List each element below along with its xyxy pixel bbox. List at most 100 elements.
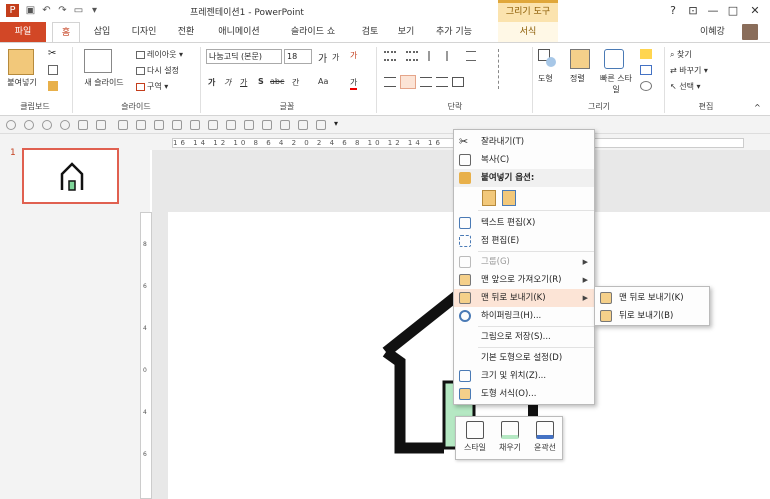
copy-icon[interactable] <box>48 65 58 75</box>
tab-transitions[interactable]: 전환 <box>172 22 200 42</box>
menu-send-to-back[interactable]: 맨 뒤로 보내기(K) ▶ <box>454 289 594 307</box>
tab-format[interactable]: 서식 <box>498 22 558 42</box>
numbering-icon[interactable] <box>406 51 418 61</box>
mini-outline-button[interactable]: 윤곽선 <box>528 421 562 459</box>
grow-font-button[interactable]: 가 <box>318 50 327 65</box>
align-icon[interactable] <box>280 120 290 130</box>
shape-fill-icon[interactable] <box>640 49 652 59</box>
shape-outline-icon[interactable] <box>640 65 652 75</box>
strikethrough-button[interactable]: abc <box>270 77 284 86</box>
font-name-select[interactable]: 나눔고딕 (본문) <box>206 49 282 64</box>
align-right-icon[interactable] <box>420 77 432 87</box>
align-icon[interactable] <box>190 120 200 130</box>
save-icon[interactable]: ▣ <box>24 4 37 17</box>
align-icon[interactable] <box>208 120 218 130</box>
ribbon-display-options-icon[interactable]: ⊡ <box>684 2 702 20</box>
paste-keep-source-icon[interactable] <box>482 190 496 206</box>
paste-button[interactable]: 붙여넣기 <box>2 77 42 88</box>
menu-hyperlink[interactable]: 하이퍼링크(H)... <box>454 307 594 325</box>
paste-icon[interactable] <box>8 49 34 75</box>
format-painter-icon[interactable] <box>48 81 58 91</box>
text-direction-icon[interactable] <box>498 49 512 89</box>
menu-set-default[interactable]: 기본 도형으로 설정(D) <box>454 349 594 367</box>
new-slide-icon[interactable] <box>84 49 112 73</box>
shape-icon[interactable] <box>60 120 70 130</box>
menu-save-as-picture[interactable]: 그림으로 저장(S)... <box>454 328 594 346</box>
submenu-send-to-back[interactable]: 맨 뒤로 보내기(K) <box>595 289 709 307</box>
redo-icon[interactable]: ↷ <box>56 4 69 17</box>
line-spacing-icon[interactable] <box>466 51 476 61</box>
align-icon[interactable] <box>172 120 182 130</box>
increase-indent-icon[interactable] <box>446 51 456 61</box>
mini-style-button[interactable]: 스타일 <box>458 421 492 459</box>
quick-styles-button[interactable]: 빠른 스타일 <box>598 73 634 95</box>
user-name[interactable]: 이혜강 <box>700 22 725 42</box>
align-icon[interactable] <box>298 120 308 130</box>
align-center-icon[interactable] <box>400 75 416 89</box>
align-icon[interactable] <box>118 120 128 130</box>
collapse-ribbon-icon[interactable]: ^ <box>754 103 761 112</box>
align-icon[interactable] <box>244 120 254 130</box>
font-color-button[interactable]: 가 <box>350 77 358 90</box>
align-icon[interactable] <box>136 120 146 130</box>
shadow-button[interactable]: S <box>258 77 264 86</box>
shapes-button[interactable]: 도형 <box>538 73 553 84</box>
restore-button[interactable]: □ <box>724 2 742 20</box>
tab-animations[interactable]: 애니메이션 <box>208 22 270 42</box>
columns-icon[interactable] <box>452 77 464 87</box>
align-left-icon[interactable] <box>384 77 396 87</box>
char-spacing-button[interactable]: 간 <box>292 77 299 88</box>
tab-review[interactable]: 검토 <box>356 22 384 42</box>
tab-insert[interactable]: 삽입 <box>88 22 116 42</box>
customize-qat-icon[interactable]: ▾ <box>88 4 101 17</box>
submenu-send-backward[interactable]: 뒤로 보내기(B) <box>595 307 709 325</box>
menu-edit-text[interactable]: 텍스트 편집(X) <box>454 214 594 232</box>
tab-view[interactable]: 보기 <box>392 22 420 42</box>
tab-home[interactable]: 홈 <box>52 22 80 43</box>
new-slide-button[interactable]: 새 슬라이드 <box>76 77 132 88</box>
align-icon[interactable] <box>154 120 164 130</box>
decrease-indent-icon[interactable] <box>428 51 438 61</box>
cut-icon[interactable]: ✂ <box>48 49 58 59</box>
undo-icon[interactable]: ↶ <box>40 4 53 17</box>
quick-styles-icon[interactable] <box>604 49 624 69</box>
section-button[interactable]: 구역 ▾ <box>136 81 168 92</box>
avatar[interactable] <box>742 24 758 40</box>
menu-bring-to-front[interactable]: 맨 앞으로 가져오기(R) ▶ <box>454 271 594 289</box>
mini-fill-button[interactable]: 채우기 <box>493 421 527 459</box>
close-button[interactable]: ✕ <box>746 2 764 20</box>
align-icon[interactable] <box>262 120 272 130</box>
shape-icon[interactable] <box>78 120 88 130</box>
shapes-icon[interactable] <box>538 49 560 71</box>
font-size-select[interactable]: 18 <box>284 49 312 64</box>
shape-icon[interactable] <box>42 120 52 130</box>
underline-button[interactable]: 가 <box>240 77 247 88</box>
tab-addins[interactable]: 추가 기능 <box>428 22 480 42</box>
menu-cut[interactable]: ✂ 잘라내기(T) <box>454 133 594 151</box>
layout-button[interactable]: 레이아웃 ▾ <box>136 49 183 60</box>
arrange-icon[interactable] <box>570 49 590 69</box>
bullets-icon[interactable] <box>384 51 396 61</box>
italic-button[interactable]: 가 <box>224 77 231 88</box>
slide-thumbnail[interactable] <box>22 148 119 204</box>
align-icon[interactable] <box>226 120 236 130</box>
arrange-button[interactable]: 정렬 <box>570 73 585 84</box>
bold-button[interactable]: 가 <box>208 77 215 88</box>
change-case-button[interactable]: Aa <box>318 77 328 86</box>
customize-icon[interactable]: ▾ <box>334 120 344 130</box>
menu-size-position[interactable]: 크기 및 위치(Z)... <box>454 367 594 385</box>
align-icon[interactable] <box>316 120 326 130</box>
shrink-font-button[interactable]: 가 <box>332 52 339 63</box>
paste-picture-icon[interactable] <box>502 190 516 206</box>
shape-effects-icon[interactable] <box>640 81 652 91</box>
menu-edit-points[interactable]: 점 편집(E) <box>454 232 594 250</box>
clear-format-button[interactable]: 가 <box>350 50 357 61</box>
select-button[interactable]: ↖ 선택 ▾ <box>670 81 701 92</box>
tab-design[interactable]: 디자인 <box>124 22 164 42</box>
tab-slideshow[interactable]: 슬라이드 쇼 <box>278 22 348 42</box>
help-button[interactable]: ? <box>664 2 682 20</box>
find-button[interactable]: ⌕ 찾기 <box>670 49 692 60</box>
shape-icon[interactable] <box>24 120 34 130</box>
minimize-button[interactable]: — <box>704 2 722 20</box>
menu-copy[interactable]: 복사(C) <box>454 151 594 169</box>
